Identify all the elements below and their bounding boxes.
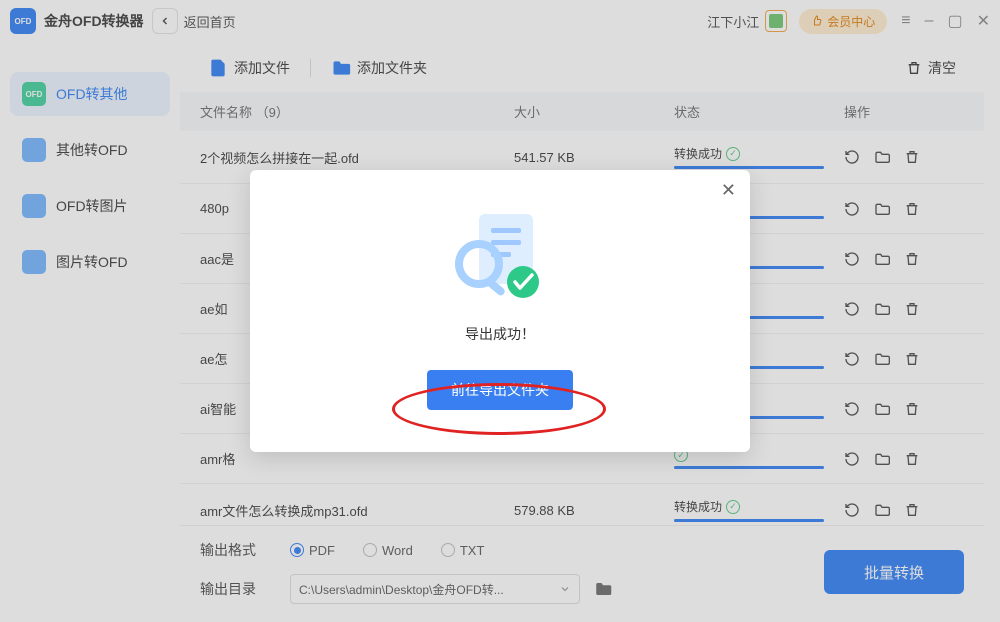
modal-message: 导出成功！ (465, 324, 535, 344)
success-illustration (445, 202, 555, 312)
modal-overlay: ✕ 导出成功！ 前往导出文件夹 (0, 0, 1000, 622)
open-export-folder-button[interactable]: 前往导出文件夹 (427, 370, 573, 410)
export-success-modal: ✕ 导出成功！ 前往导出文件夹 (250, 170, 750, 452)
modal-button-label: 前往导出文件夹 (451, 382, 549, 398)
modal-close-button[interactable]: ✕ (721, 180, 736, 201)
